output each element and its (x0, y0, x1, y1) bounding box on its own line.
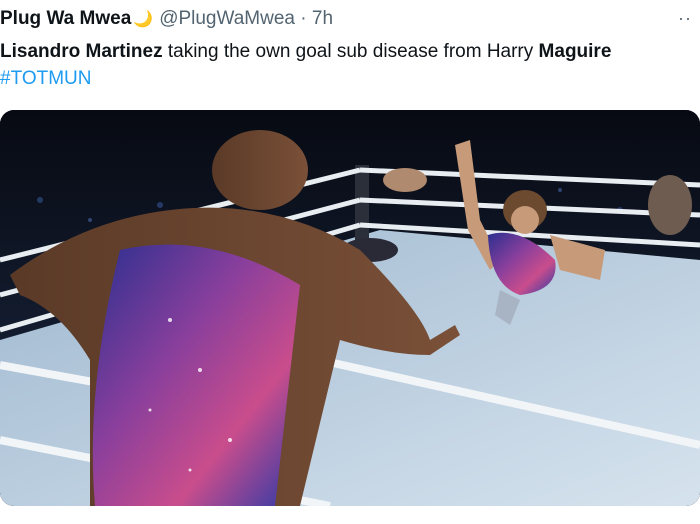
background-wrestler-right (648, 175, 692, 235)
background-wrestler (383, 168, 427, 192)
more-options-icon[interactable]: ·· (678, 8, 692, 29)
tweet-text: Lisandro Martinez taking the own goal su… (0, 38, 690, 92)
author-handle[interactable]: @PlugWaMwea · 7h (159, 8, 333, 30)
hashtag-link[interactable]: #TOTMUN (0, 68, 91, 89)
tweet-media-image[interactable] (0, 110, 700, 506)
timestamp[interactable]: 7h (312, 8, 333, 29)
tweet-text-bold-2: Maguire (538, 41, 612, 62)
handle-text: @PlugWaMwea (159, 8, 295, 29)
separator: · (300, 8, 307, 29)
tweet-text-bold-1: Lisandro Martinez (0, 41, 163, 62)
author-display-name[interactable]: Plug Wa Mwea (0, 8, 131, 30)
wrestling-ring-photo (0, 110, 700, 506)
tweet-header: Plug Wa Mwea 🌙 @PlugWaMwea · 7h ·· (0, 6, 700, 32)
tweet-text-body: taking the own goal sub disease from Har… (162, 41, 539, 62)
crescent-moon-icon: 🌙 (133, 11, 154, 28)
